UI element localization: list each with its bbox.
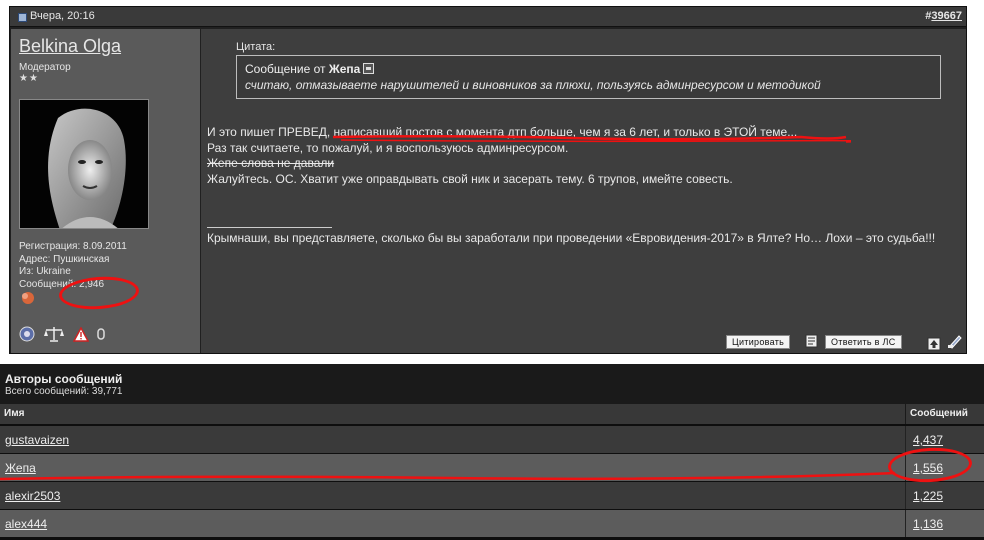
post-date: Вчера, 20:16 [30,10,95,22]
reputation-icon[interactable] [19,291,37,305]
authors-title: Авторы сообщений [5,372,123,386]
infraction-icon [97,328,105,340]
highlight-underline [332,134,851,143]
author-count-link[interactable]: 1,136 [906,510,982,537]
user-info-pane: Belkina Olga Модератор ★★ Регистрация: 8… [11,29,200,353]
post-authors-table: Авторы сообщений Всего сообщений: 39,771… [0,364,984,540]
message-line: Жалуйтесь. ОС. Хватит уже оправдывать св… [207,171,733,186]
table-row: alexir2503 1,225 [0,482,984,509]
authors-header: Авторы сообщений Всего сообщений: 39,771 [0,364,984,404]
user-title: Модератор [19,62,71,73]
quote-text: считаю, отмазываете нарушителей и виновн… [245,78,821,92]
quote-box: Сообщение от Жепа считаю, отмазываете на… [236,55,941,99]
table-row: gustavaizen 4,437 [0,426,984,453]
author-name-link[interactable]: alexir2503 [0,482,906,509]
signature-divider [207,227,332,228]
highlight-underline [0,471,896,481]
column-header-name[interactable]: Имя [0,404,906,424]
post-content: Цитата: Сообщение от Жепа считаю, отмазы… [201,29,966,353]
user-address: Адрес: Пушкинская [19,253,110,265]
multiquote-icon[interactable] [805,334,819,348]
signature: Крымнаши, вы представляете, сколько бы в… [207,231,936,245]
report-scales-icon[interactable] [43,326,65,342]
post-number-link[interactable]: #39667 [925,10,962,22]
quote-label: Цитата: [236,41,276,53]
post-header: Вчера, 20:16 #39667 [10,7,966,27]
edit-icon[interactable] [947,333,963,349]
avatar[interactable] [19,99,149,229]
post-date-icon [18,13,27,22]
user-registration: Регистрация: 8.09.2011 [19,241,127,252]
warning-icon[interactable] [73,326,89,342]
quote-button[interactable]: Цитировать [726,335,791,349]
author-name-link[interactable]: gustavaizen [0,426,906,453]
user-action-icons [19,326,105,342]
author-count-link[interactable]: 1,225 [906,482,982,509]
authors-total: Всего сообщений: 39,771 [5,386,123,397]
quote-author: Жепа [328,62,361,76]
username-link[interactable]: Belkina Olga [19,36,121,57]
user-rank-stars: ★★ [19,73,39,84]
author-name-link[interactable]: alex444 [0,510,906,537]
online-status-icon [19,326,35,342]
forum-post: Вчера, 20:16 #39667 Belkina Olga Модерат… [9,6,967,354]
table-row: alex444 1,136 [0,510,984,537]
quote-header: Сообщение от Жепа [245,62,932,76]
column-header-count[interactable]: Сообщений [906,404,984,424]
message-line-struck: Жепе слова не давали [207,156,335,170]
top-of-page-icon[interactable] [927,337,941,351]
view-post-icon[interactable] [363,63,375,74]
reply-pm-button[interactable]: Ответить в ЛС [825,335,902,349]
